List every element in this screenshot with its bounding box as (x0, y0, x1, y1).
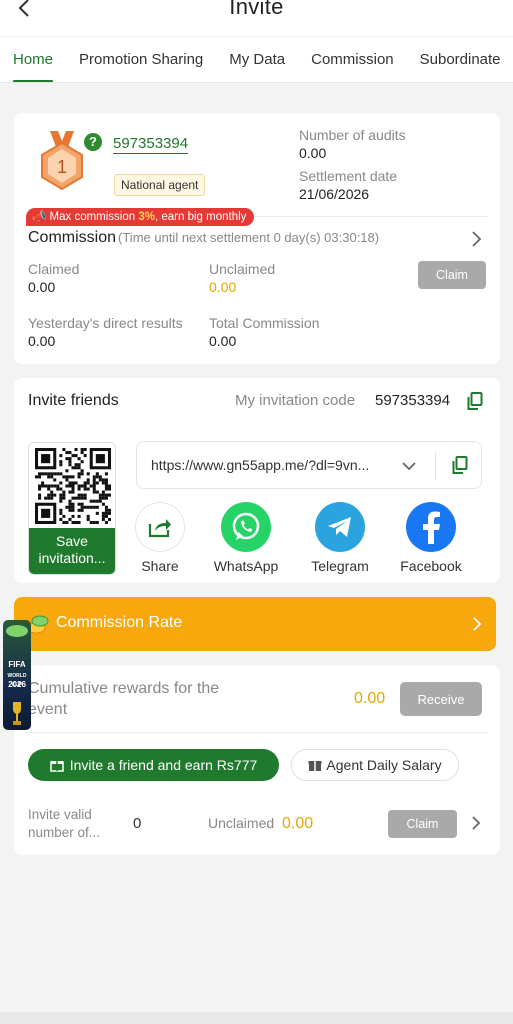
save-invitation-button[interactable]: Save invitation... (29, 528, 115, 574)
trophy-icon (13, 702, 21, 725)
commission-rate-label: Commission Rate (56, 614, 183, 631)
invite-url: https://www.gn55app.me/?dl=9vn... (151, 457, 370, 473)
chevron-right-icon[interactable] (469, 814, 483, 832)
top-bar: Invite (0, 0, 513, 36)
agent-id-link[interactable]: 597353394 (113, 135, 189, 154)
gift-icon (49, 761, 64, 772)
unclaimed-value: 0.00 (209, 279, 237, 295)
invite-earn-label: Invite a friend and earn Rs777 (69, 757, 258, 773)
invite-url-field[interactable]: https://www.gn55app.me/?dl=9vn... (136, 441, 482, 489)
whatsapp-button[interactable]: WhatsApp (206, 502, 286, 574)
qr-code-image (35, 448, 111, 524)
invite-earn-button[interactable]: Invite a friend and earn Rs777 (28, 749, 279, 781)
commission-title: Commission (28, 229, 117, 246)
telegram-button[interactable]: Telegram (300, 502, 380, 574)
yesterday-value: 0.00 (28, 333, 56, 349)
promo-banner: 📣 Max commission 3%, earn big monthly (26, 208, 255, 226)
total-commission-value: 0.00 (209, 333, 237, 349)
qr-code-card[interactable]: Save invitation... (28, 442, 116, 575)
divider (435, 452, 436, 480)
receive-button[interactable]: Receive (400, 682, 482, 716)
yesterday-label: Yesterday's direct results (28, 315, 183, 331)
settlement-label: Settlement date (299, 168, 398, 184)
tab-my-data[interactable]: My Data (216, 37, 298, 82)
commission-row[interactable]: Commission (Time until next settlement 0 … (28, 229, 488, 249)
total-commission-block: Total Commission 0.00 (209, 315, 319, 349)
settlement-value: 21/06/2026 (299, 186, 370, 202)
promo-highlight: 3% (138, 211, 155, 223)
chevron-down-icon[interactable] (401, 458, 417, 474)
audits-value: 0.00 (299, 145, 327, 161)
fifa-logo-icon (6, 625, 28, 637)
event-card: Cumulative rewards for the event 0.00 Re… (14, 665, 500, 855)
share-label: Share (141, 558, 179, 574)
claim-button[interactable]: Claim (418, 261, 486, 289)
medal-icon: 1 (36, 131, 88, 193)
svg-text:1: 1 (57, 157, 67, 177)
agent-level-badge: National agent (114, 174, 206, 196)
unclaimed-label: Unclaimed (209, 261, 276, 277)
chevron-right-icon (473, 617, 482, 631)
megaphone-icon: 📣 (32, 211, 47, 223)
event-claim-button[interactable]: Claim (388, 810, 457, 838)
cumulative-rewards-value: 0.00 (354, 690, 386, 707)
bottom-strip (0, 1012, 513, 1024)
facebook-icon (406, 502, 456, 552)
fifa-world-cup-widget[interactable]: FIFA WORLD CUP 2026 (3, 620, 31, 730)
audits-block: Number of audits 0.00 (299, 127, 406, 161)
facebook-label: Facebook (400, 558, 462, 574)
yesterday-block: Yesterday's direct results 0.00 (28, 315, 183, 349)
promo-text-prefix: Max commission (49, 211, 139, 223)
invite-valid-value: 0 (133, 815, 142, 832)
tab-bar: Home Promotion Sharing My Data Commissio… (0, 37, 513, 83)
invitation-code-label: My invitation code (235, 392, 356, 409)
promo-text-suffix: , earn big monthly (154, 211, 247, 223)
whatsapp-label: WhatsApp (213, 558, 279, 574)
event-unclaimed-value: 0.00 (282, 815, 314, 832)
unclaimed-block: Unclaimed 0.00 (209, 261, 275, 295)
copy-icon[interactable] (467, 392, 483, 410)
whatsapp-icon (221, 502, 271, 552)
telegram-icon (315, 502, 365, 552)
claimed-block: Claimed 0.00 (28, 261, 79, 295)
page-title: Invite (229, 0, 284, 19)
copy-url-icon[interactable] (452, 456, 468, 474)
agent-daily-salary-label: Agent Daily Salary (326, 757, 442, 773)
agent-daily-salary-button[interactable]: Agent Daily Salary (291, 749, 459, 781)
audits-label: Number of audits (299, 127, 406, 143)
share-button[interactable]: Share (120, 502, 200, 574)
tab-subordinate[interactable]: Subordinate (407, 37, 513, 82)
facebook-button[interactable]: Facebook (391, 502, 471, 574)
settlement-countdown: (Time until next settlement 0 day(s) 03:… (118, 230, 380, 245)
help-icon[interactable]: ? (84, 133, 102, 151)
invite-valid-label: Invite valid number of... (28, 807, 101, 840)
invite-title: Invite friends (28, 392, 119, 409)
telegram-label: Telegram (311, 558, 369, 574)
tab-commission[interactable]: Commission (298, 37, 407, 82)
cumulative-rewards-title: Cumulative rewards for the event (28, 680, 220, 718)
settlement-block: Settlement date 21/06/2026 (299, 168, 397, 202)
share-icon (135, 502, 185, 552)
claimed-value: 0.00 (28, 279, 56, 295)
tab-promotion-sharing[interactable]: Promotion Sharing (66, 37, 216, 82)
gift-icon (308, 761, 322, 771)
divider (26, 732, 488, 733)
commission-rate-bar[interactable]: Commission Rate (14, 597, 496, 651)
agent-card: 1 ? 597353394 National agent Number of a… (14, 113, 500, 364)
fifa-line3: 2026 (8, 680, 26, 689)
total-commission-label: Total Commission (209, 315, 320, 331)
fifa-line1: FIFA (8, 660, 26, 669)
chevron-right-icon (472, 231, 482, 247)
claimed-label: Claimed (28, 261, 80, 277)
tab-home[interactable]: Home (0, 37, 66, 82)
event-unclaimed-label: Unclaimed (208, 815, 275, 831)
invite-card: Invite friends My invitation code 597353… (14, 378, 500, 583)
invitation-code-value: 597353394 (375, 392, 451, 409)
